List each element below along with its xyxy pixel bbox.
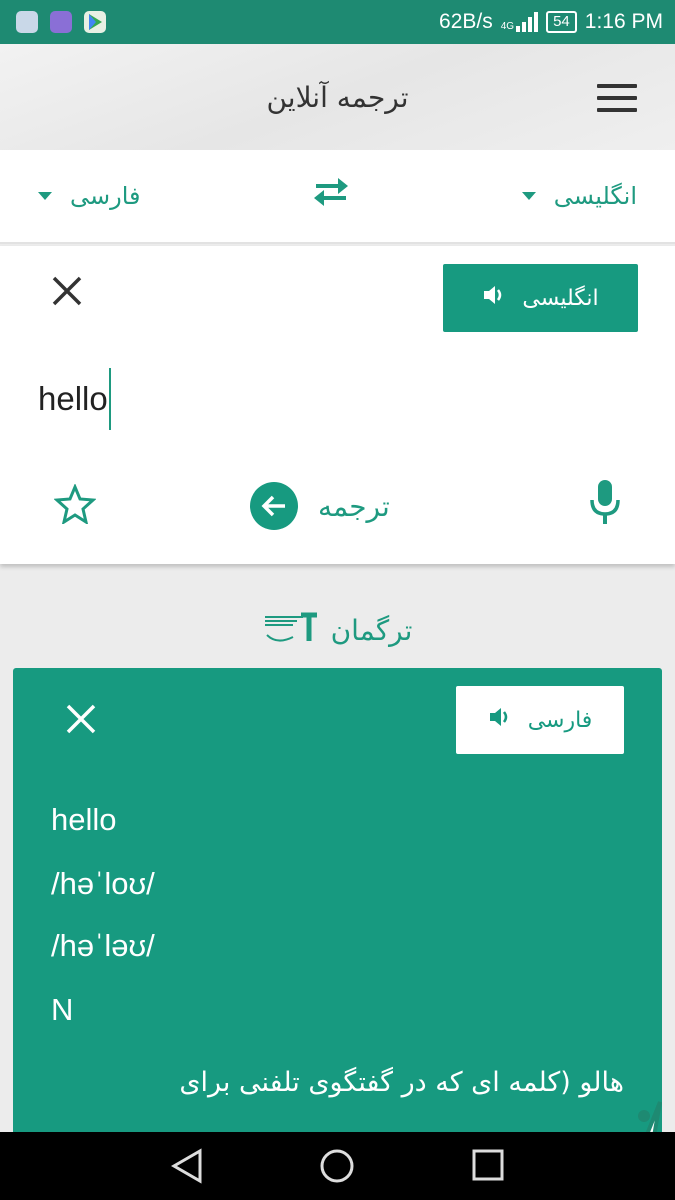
part-of-speech: N bbox=[51, 992, 74, 1027]
text-cursor bbox=[108, 368, 111, 430]
targoman-logo-icon bbox=[263, 611, 321, 649]
text-input[interactable]: hello bbox=[38, 368, 111, 430]
page-title: ترجمه آنلاین bbox=[266, 80, 409, 114]
battery-icon: 54 bbox=[546, 11, 577, 33]
source-speak-button[interactable]: انگلیسی bbox=[443, 264, 638, 332]
target-language-select[interactable]: فارسی bbox=[38, 182, 141, 210]
star-icon[interactable] bbox=[53, 483, 97, 535]
status-indicators: 62B/s 4G 54 1:16 PM bbox=[439, 10, 663, 34]
caret-down-icon bbox=[521, 192, 536, 200]
microphone-icon[interactable] bbox=[588, 478, 622, 530]
play-store-notification-icon bbox=[84, 11, 106, 33]
source-language-label: انگلیسی bbox=[553, 182, 637, 210]
pronunciation-us: /həˈloʊ/ bbox=[51, 866, 155, 901]
input-actions: ترجمه bbox=[0, 474, 675, 544]
target-language-label: فارسی bbox=[70, 182, 141, 210]
target-speak-button[interactable]: فارسی bbox=[456, 686, 624, 754]
translate-button[interactable]: ترجمه bbox=[250, 482, 390, 530]
close-result-close-icon[interactable] bbox=[65, 702, 97, 742]
home-icon[interactable] bbox=[319, 1148, 355, 1188]
net-speed: 62B/s bbox=[439, 10, 493, 33]
gallery-notification-icon bbox=[50, 11, 72, 33]
target-speak-label: فارسی bbox=[527, 707, 593, 733]
language-bar: فارسی انگلیسی bbox=[0, 150, 675, 244]
caret-down-icon bbox=[38, 192, 52, 200]
result-card: فارسی hello /həˈloʊ/ /həˈləʊ/ N هالو (کل… bbox=[13, 668, 662, 1138]
speaker-icon bbox=[488, 706, 512, 734]
swap-arrows-icon[interactable] bbox=[312, 175, 350, 218]
signal-indicator: 4G bbox=[500, 12, 539, 32]
notification-icons bbox=[16, 11, 106, 33]
back-icon[interactable] bbox=[170, 1148, 206, 1188]
hamburger-menu-icon[interactable] bbox=[597, 84, 637, 112]
pronunciation-uk: /həˈləʊ/ bbox=[51, 928, 155, 963]
input-card: انگلیسی hello ترجمه bbox=[0, 246, 675, 564]
arrow-left-icon bbox=[250, 482, 298, 530]
network-type: 4G bbox=[500, 21, 515, 32]
translate-label: ترجمه bbox=[318, 489, 390, 523]
recents-icon[interactable] bbox=[471, 1148, 505, 1186]
source-language-select[interactable]: انگلیسی bbox=[521, 182, 637, 210]
signal-icon bbox=[516, 12, 539, 32]
persian-definition: هالو (کلمه ای که در گفتگوی تلفنی برای bbox=[179, 1067, 624, 1098]
speaker-icon bbox=[482, 284, 506, 312]
source-speak-label: انگلیسی bbox=[522, 285, 599, 311]
result-word: hello bbox=[51, 802, 117, 837]
clear-input-close-icon[interactable] bbox=[50, 274, 84, 315]
status-bar: 62B/s 4G 54 1:16 PM bbox=[0, 0, 675, 44]
input-value: hello bbox=[38, 380, 108, 417]
brand-name: ترگمان bbox=[330, 613, 413, 647]
system-navigation-bar bbox=[0, 1132, 675, 1200]
app-notification-icon bbox=[16, 11, 38, 33]
clock: 1:16 PM bbox=[584, 10, 663, 33]
app-header: ترجمه آنلاین bbox=[0, 44, 675, 150]
brand: ترگمان bbox=[0, 604, 675, 656]
